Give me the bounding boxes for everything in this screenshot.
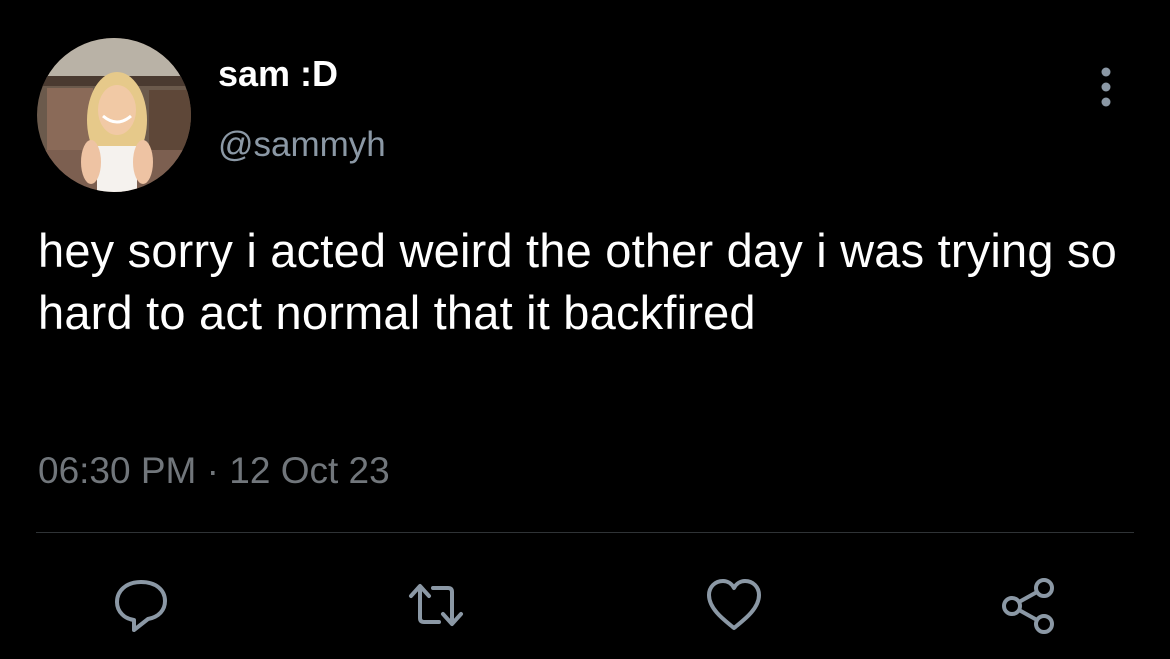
tweet-text: hey sorry i acted weird the other day i …: [38, 224, 1118, 339]
avatar-image: [37, 38, 191, 192]
tweet-timestamp[interactable]: 06:30 PM · 12 Oct 23: [38, 449, 390, 493]
share-button[interactable]: [998, 574, 1060, 636]
avatar[interactable]: [37, 38, 191, 192]
more-options-button[interactable]: [1088, 64, 1124, 110]
heart-icon: [707, 579, 761, 630]
tweet-card: sam :D @sammyh hey sorry i acted weird t…: [0, 0, 1170, 659]
display-name[interactable]: sam :D: [218, 54, 338, 94]
reply-icon: [115, 580, 167, 632]
tweet-date: 12 Oct 23: [229, 450, 390, 491]
more-vertical-icon: [1101, 67, 1111, 107]
meta-separator: ·: [206, 450, 219, 491]
share-icon: [1002, 578, 1054, 634]
tweet-time: 06:30 PM: [38, 450, 197, 491]
reply-button[interactable]: [110, 574, 172, 636]
retweet-icon: [409, 584, 463, 626]
retweet-button[interactable]: [405, 574, 467, 636]
like-button[interactable]: [703, 574, 765, 636]
user-handle[interactable]: @sammyh: [218, 125, 386, 165]
divider: [36, 532, 1134, 533]
